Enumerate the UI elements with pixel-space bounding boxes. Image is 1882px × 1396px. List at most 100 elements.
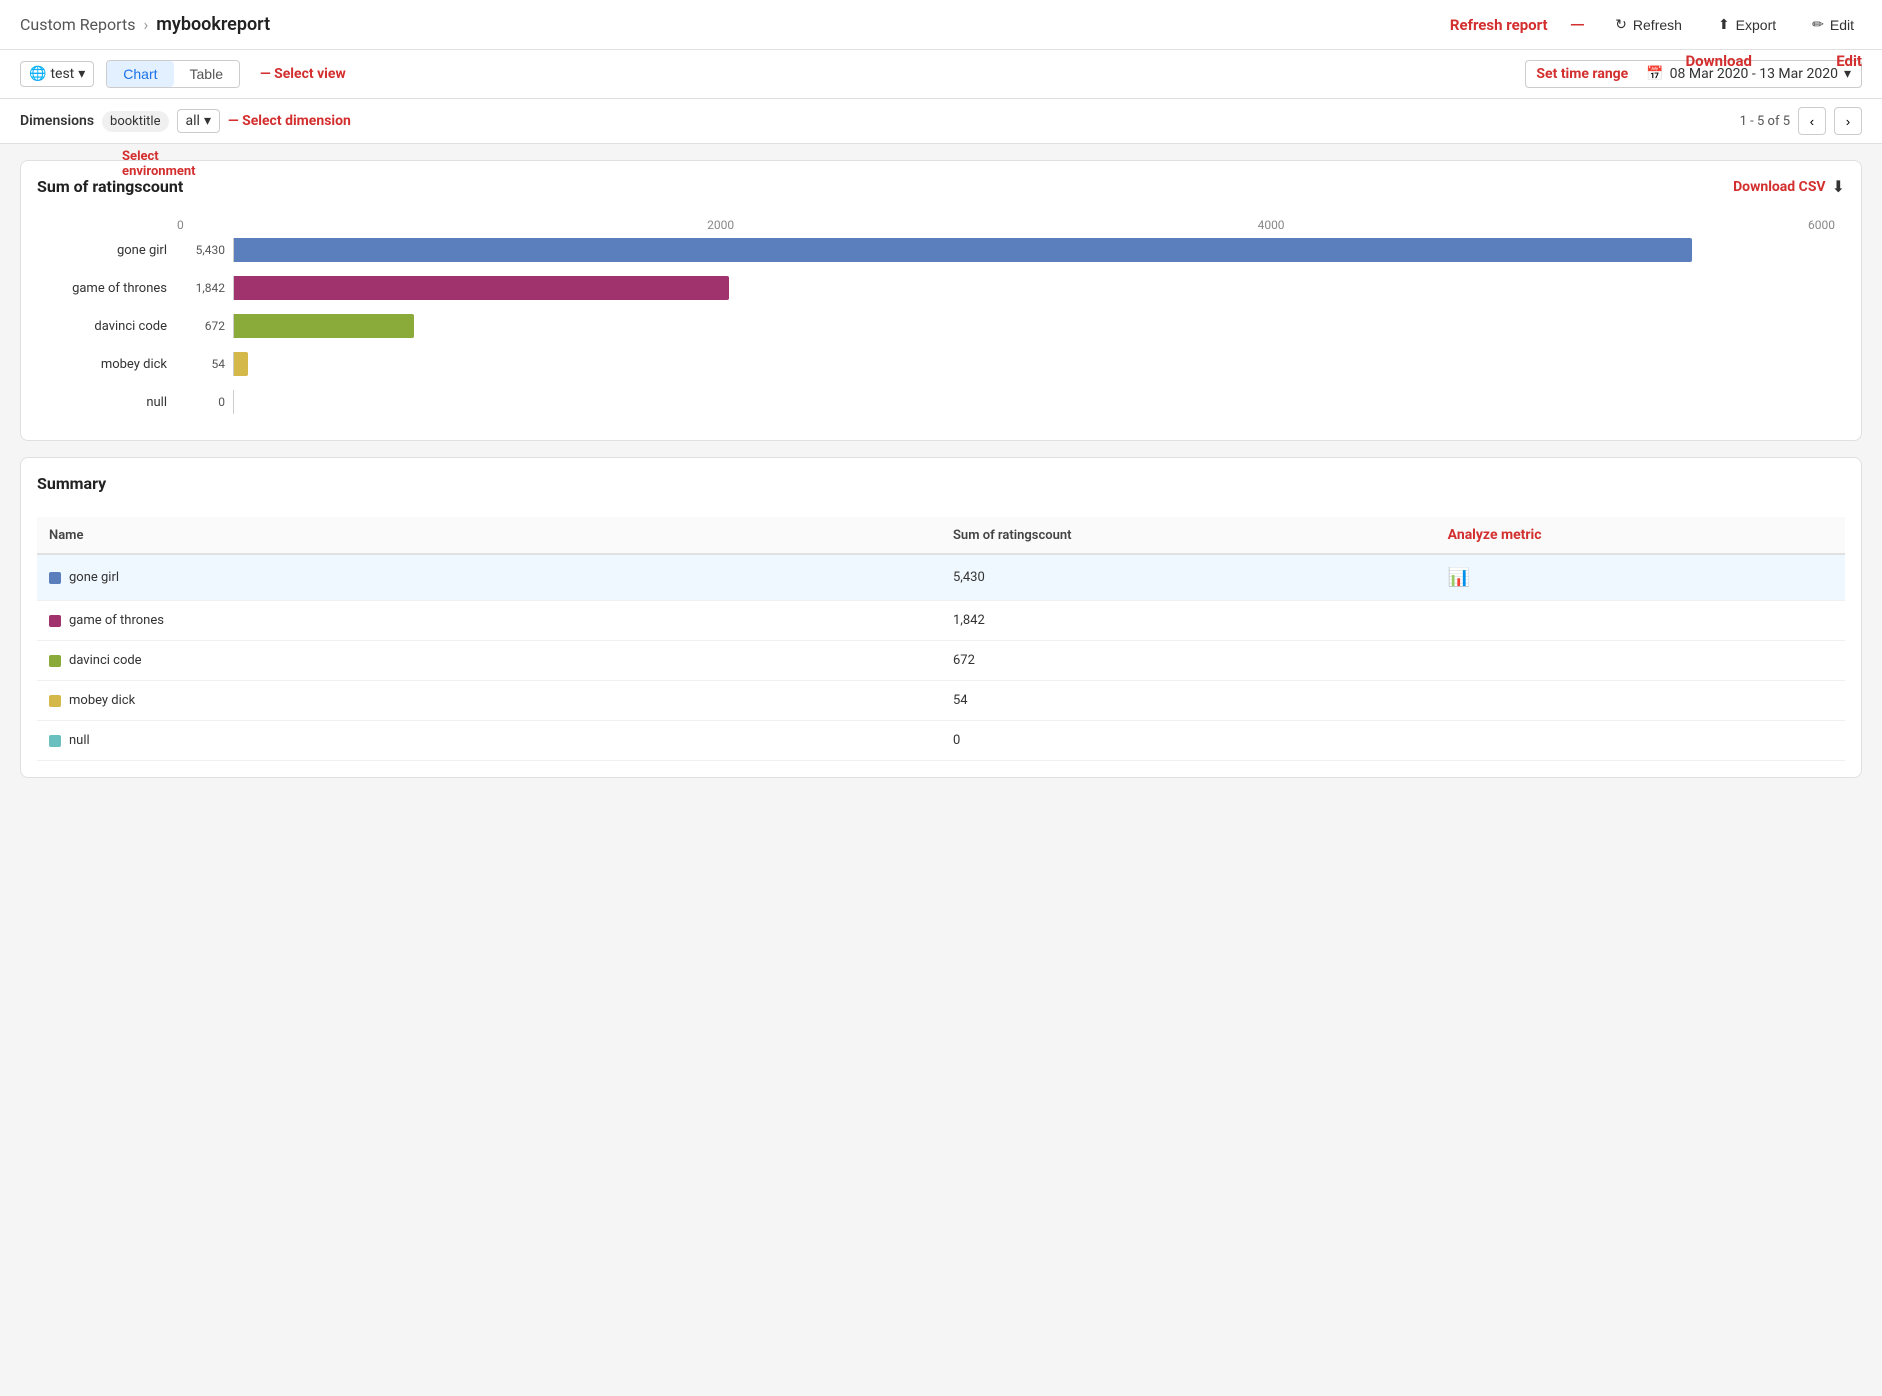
refresh-report-annotation: Refresh report (1450, 16, 1548, 34)
set-time-annotation: Set time range (1536, 66, 1628, 82)
row-name-cell: davinci code (37, 641, 941, 681)
summary-header-row: Name Sum of ratingscount Analyze metric (37, 517, 1845, 554)
chart-row-label: null (37, 395, 167, 410)
download-csv-label: Download CSV (1733, 179, 1826, 195)
col-name: Name (37, 517, 941, 554)
chart-row: mobey dick 54 (37, 352, 1845, 376)
breadcrumb-current: mybookreport (156, 14, 270, 35)
select-view-annotation: — Select view (260, 66, 346, 82)
chart-row-value: 1,842 (175, 281, 225, 295)
chart-card-header: Sum of ratingscount Download CSV ⬇ (37, 177, 1845, 196)
view-toolbar: 🌐 test ▾ Chart Table — Select view Set t… (0, 50, 1882, 99)
color-dot (49, 695, 61, 707)
download-csv-area[interactable]: Download CSV ⬇ (1733, 177, 1845, 196)
dimensions-bar: Dimensions booktitle Select environment … (0, 99, 1882, 144)
axis-label-6000: 6000 (1808, 218, 1835, 232)
export-icon: ⬆ (1718, 16, 1730, 33)
edit-annotation: Edit (1836, 52, 1862, 70)
environment-selector[interactable]: 🌐 test ▾ (20, 61, 94, 87)
name-cell: mobey dick (49, 693, 929, 708)
row-name: game of thrones (69, 613, 164, 628)
color-dot (49, 615, 61, 627)
chart-row: davinci code 672 (37, 314, 1845, 338)
next-page-button[interactable]: › (1834, 107, 1862, 135)
row-name-cell: game of thrones (37, 601, 941, 641)
analyze-metric-cell (1436, 681, 1845, 721)
chart-bar-track (233, 390, 1845, 414)
analyze-metric-icon[interactable]: 📊 (1448, 567, 1470, 588)
chart-rows: gone girl 5,430 game of thrones 1,842 da… (37, 238, 1845, 414)
summary-table: Name Sum of ratingscount Analyze metric … (37, 517, 1845, 761)
chart-bar-fill (234, 238, 1692, 262)
chart-row-label: davinci code (37, 319, 167, 334)
chevron-down-icon: ▾ (78, 66, 85, 82)
dim-all-label: all (186, 113, 200, 129)
download-csv-icon: ⬇ (1832, 177, 1845, 196)
breadcrumb-parent[interactable]: Custom Reports (20, 15, 135, 34)
edit-annotation-label: Edit (1836, 52, 1862, 70)
row-name: gone girl (69, 570, 119, 585)
axis-label-4000: 4000 (1258, 218, 1285, 232)
name-cell: davinci code (49, 653, 929, 668)
pagination-text: 1 - 5 of 5 (1740, 114, 1790, 129)
table-row: game of thrones 1,842 (37, 601, 1845, 641)
edit-button[interactable]: ✏ Edit (1804, 12, 1862, 37)
row-name: null (69, 733, 90, 748)
table-row: gone girl 5,430 📊 (37, 554, 1845, 601)
chart-row: game of thrones 1,842 (37, 276, 1845, 300)
dimension-chip[interactable]: booktitle (102, 111, 168, 132)
main-content: Sum of ratingscount Download CSV ⬇ 0 200… (0, 144, 1882, 794)
analyze-metric-cell[interactable]: 📊 (1436, 554, 1845, 601)
analyze-metric-cell (1436, 721, 1845, 761)
analyze-metric-cell (1436, 641, 1845, 681)
breadcrumb-separator: › (143, 15, 148, 34)
summary-table-body: gone girl 5,430 📊 game of thrones 1,842 … (37, 554, 1845, 761)
chart-title: Sum of ratingscount (37, 177, 183, 196)
header-actions: Refresh report — ↻ Refresh ⬆ Export ✏ Ed… (1450, 12, 1862, 37)
prev-page-button[interactable]: ‹ (1798, 107, 1826, 135)
row-name-cell: null (37, 721, 941, 761)
chart-row-value: 5,430 (175, 243, 225, 257)
edit-icon: ✏ (1812, 16, 1824, 33)
row-metric-cell: 5,430 (941, 554, 1436, 601)
export-label: Export (1736, 17, 1776, 33)
refresh-button[interactable]: ↻ Refresh (1607, 12, 1690, 37)
analyze-area: Analyze metric (1448, 527, 1833, 543)
chart-row: null 0 (37, 390, 1845, 414)
pagination: 1 - 5 of 5 ‹ › (1740, 107, 1862, 135)
page-header: Custom Reports › mybookreport Refresh re… (0, 0, 1882, 50)
chart-view-button[interactable]: Chart (107, 61, 173, 87)
col-metric: Sum of ratingscount (941, 517, 1436, 554)
chart-row-label: mobey dick (37, 357, 167, 372)
chart-card: Sum of ratingscount Download CSV ⬇ 0 200… (20, 160, 1862, 441)
analyze-metric-cell (1436, 601, 1845, 641)
analyze-label: Analyze metric (1448, 527, 1542, 543)
row-metric-cell: 0 (941, 721, 1436, 761)
chart-bar-fill (234, 352, 248, 376)
dimension-all-dropdown[interactable]: all ▾ (177, 109, 220, 133)
dimensions-label: Dimensions (20, 113, 94, 129)
summary-card-header: Summary (37, 474, 1845, 505)
breadcrumb: Custom Reports › mybookreport (20, 14, 1450, 35)
chart-row-label: gone girl (37, 243, 167, 258)
col-analyze: Analyze metric (1436, 517, 1845, 554)
dimensions-left: Dimensions booktitle Select environment … (20, 109, 1732, 133)
env-label: test (50, 66, 74, 82)
row-name-cell: gone girl (37, 554, 941, 601)
download-annotation: Download (1685, 52, 1752, 70)
row-name: mobey dick (69, 693, 135, 708)
axis-label-2000: 2000 (707, 218, 734, 232)
row-metric-cell: 54 (941, 681, 1436, 721)
edit-label: Edit (1830, 17, 1854, 33)
download-annotation-label: Download (1685, 52, 1752, 70)
name-cell: game of thrones (49, 613, 929, 628)
chevron-down-icon: ▾ (204, 113, 211, 129)
chart-bar-track (233, 276, 1845, 300)
row-metric-cell: 672 (941, 641, 1436, 681)
table-view-button[interactable]: Table (174, 61, 239, 87)
chart-bar-track (233, 352, 1845, 376)
export-button[interactable]: ⬆ Export (1710, 12, 1784, 37)
chart-bar-track (233, 314, 1845, 338)
calendar-icon: 📅 (1646, 66, 1663, 82)
chart-row-value: 0 (175, 395, 225, 409)
